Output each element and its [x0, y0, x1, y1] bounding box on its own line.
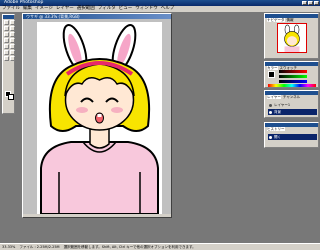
move-tool-icon[interactable]	[10, 20, 15, 25]
tool-hint: 選択範囲を移動します。Shift, Alt, Ctrl キーで他の選択オプション…	[63, 245, 196, 249]
menu-filter[interactable]: フィルタ	[98, 6, 116, 12]
navigator-header[interactable]	[265, 14, 318, 18]
menu-image[interactable]: イメージ	[35, 6, 53, 12]
history-tabs: ヒストリー	[265, 127, 318, 131]
layer-name: レイヤー1	[274, 103, 291, 107]
history-state-icon	[269, 135, 272, 139]
type-tool-icon[interactable]	[10, 50, 15, 55]
color-palette: カラー スウォッチ	[264, 61, 319, 88]
color-palette-header[interactable]	[265, 62, 318, 66]
layers-palette-header[interactable]	[265, 91, 318, 95]
status-bar: 33.33% ファイル : 2.25M/2.25M 選択範囲を移動します。Shi…	[0, 243, 320, 250]
crop-tool-icon[interactable]	[4, 32, 9, 37]
brush-tool-icon[interactable]	[4, 38, 9, 43]
eraser-tool-icon[interactable]	[4, 44, 9, 49]
tab-navigator[interactable]: ナビゲータ	[267, 18, 285, 22]
toolbox	[2, 14, 15, 114]
tab-history[interactable]: ヒストリー	[267, 127, 285, 131]
gradient-tool-icon[interactable]	[10, 44, 15, 49]
tab-color[interactable]: カラー	[267, 66, 278, 70]
layer-row-selected[interactable]: 背景	[268, 109, 317, 115]
layers-tabs: レイヤー チャンネル	[265, 95, 318, 99]
navigator-view-frame[interactable]	[277, 23, 307, 53]
menu-help[interactable]: ヘルプ	[161, 6, 175, 12]
tool-grid	[3, 19, 15, 62]
hand-tool-icon[interactable]	[4, 56, 9, 61]
minimize-button[interactable]	[302, 1, 307, 5]
menu-file[interactable]: ファイル	[2, 6, 20, 12]
history-state-name: 開く	[274, 135, 281, 139]
green-slider[interactable]	[279, 75, 307, 78]
menu-layer[interactable]: レイヤー	[56, 6, 74, 12]
bunny-girl-illustration	[40, 24, 159, 214]
navigator-tabs: ナビゲータ 情報	[265, 18, 318, 22]
slice-tool-icon[interactable]	[10, 32, 15, 37]
window-controls	[302, 1, 319, 5]
menu-select[interactable]: 選択範囲	[77, 6, 95, 12]
image-canvas[interactable]	[37, 22, 162, 214]
maximize-button[interactable]	[308, 1, 313, 5]
layer-row[interactable]: レイヤー1	[268, 102, 317, 108]
navigator-palette: ナビゲータ 情報	[264, 13, 319, 59]
background-color-swatch[interactable]	[8, 94, 14, 100]
history-row-selected[interactable]: 開く	[268, 134, 317, 140]
zoom-tool-icon[interactable]	[10, 56, 15, 61]
layers-palette: レイヤー チャンネル レイヤー1 背景	[264, 90, 319, 118]
stamp-tool-icon[interactable]	[10, 38, 15, 43]
document-status-strip	[23, 214, 171, 217]
lasso-tool-icon[interactable]	[4, 26, 9, 31]
visibility-eye-icon[interactable]	[269, 110, 272, 114]
history-palette: ヒストリー 開く	[264, 122, 319, 148]
visibility-eye-icon[interactable]	[269, 103, 272, 107]
pen-tool-icon[interactable]	[4, 50, 9, 55]
document-size: ファイル : 2.25M/2.25M	[19, 245, 60, 249]
color-spectrum-bar[interactable]	[268, 84, 316, 87]
menu-bar: ファイル 編集 イメージ レイヤー 選択範囲 フィルタ ビュー ウィンドウ ヘル…	[0, 6, 320, 12]
zoom-level[interactable]: 33.33%	[2, 244, 15, 250]
menu-window[interactable]: ウィンドウ	[135, 6, 158, 12]
history-palette-header[interactable]	[265, 123, 318, 127]
menu-edit[interactable]: 編集	[23, 6, 32, 12]
document-title: ウサギ @ 33.3% (背景,RGB)	[26, 14, 80, 19]
tab-layers[interactable]: レイヤー	[267, 95, 281, 99]
document-titlebar[interactable]: ウサギ @ 33.3% (背景,RGB)	[23, 14, 171, 19]
menu-view[interactable]: ビュー	[119, 6, 133, 12]
marquee-tool-icon[interactable]	[4, 20, 9, 25]
tab-info[interactable]: 情報	[287, 18, 294, 22]
blue-slider[interactable]	[279, 80, 307, 83]
current-color-chip[interactable]	[268, 71, 275, 78]
document-window: ウサギ @ 33.3% (背景,RGB)	[22, 13, 172, 218]
tab-channels[interactable]: チャンネル	[283, 95, 300, 99]
magic-wand-tool-icon[interactable]	[10, 26, 15, 31]
close-button[interactable]	[314, 1, 319, 5]
layer-name: 背景	[274, 110, 281, 114]
red-slider[interactable]	[279, 70, 307, 73]
